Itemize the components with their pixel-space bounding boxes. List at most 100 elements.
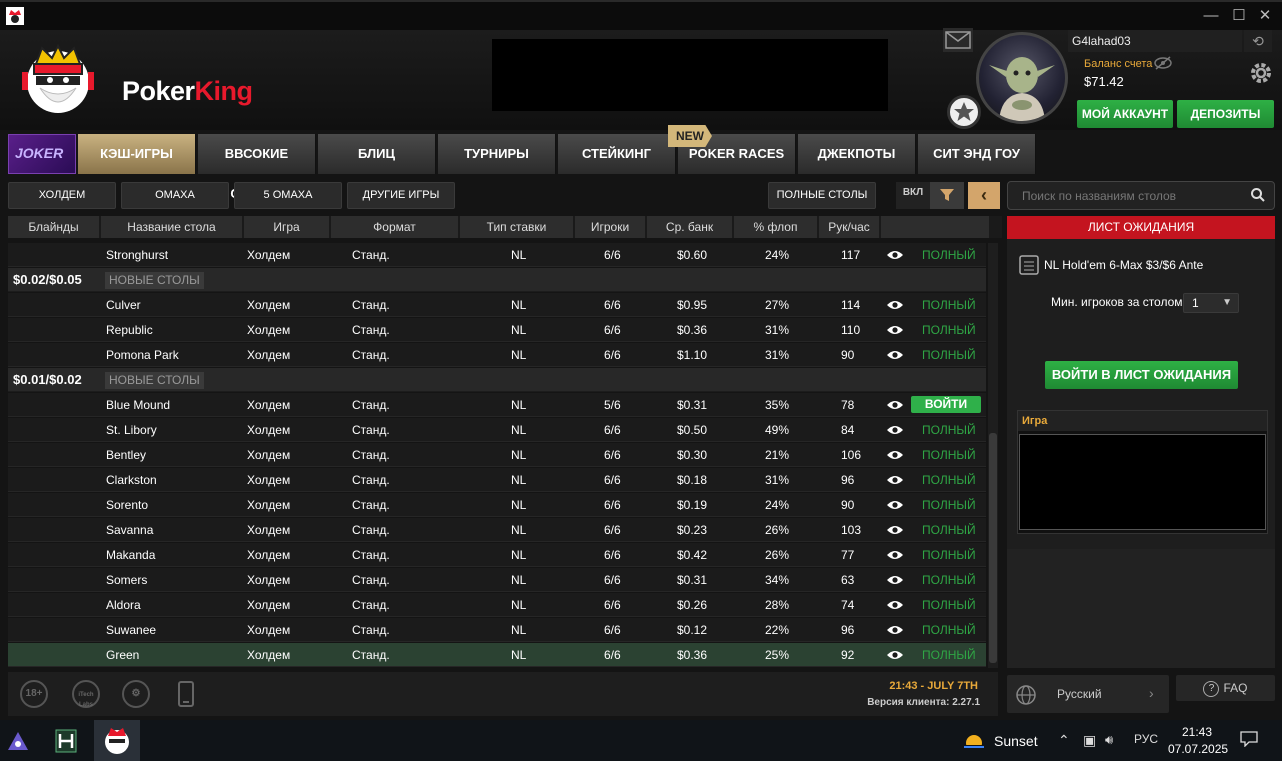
- observe-eye-icon[interactable]: [886, 574, 904, 586]
- table-row[interactable]: Green Холдем Станд. NL 6/6 $0.36 25% 92 ПОЛНЫЙ: [8, 643, 986, 667]
- table-row[interactable]: Savanna Холдем Станд. NL 6/6 $0.23 26% 103 ПОЛНЫ…: [8, 518, 986, 542]
- table-row[interactable]: St. Libory Холдем Станд. NL 6/6 $0.50 49% 84 ПОЛ…: [8, 418, 986, 442]
- search-input[interactable]: [1022, 187, 1242, 205]
- table-row[interactable]: Blue Mound Холдем Станд. NL 5/6 $0.31 35% 78 ВОЙ…: [8, 393, 986, 417]
- avatar[interactable]: [976, 32, 1068, 124]
- new-tables-tag[interactable]: НОВЫЕ СТОЛЫ: [105, 372, 204, 389]
- maximize-button[interactable]: ☐: [1228, 5, 1250, 27]
- table-row[interactable]: Culver Холдем Станд. NL 6/6 $0.95 27% 114 ПОЛНЫЙ: [8, 293, 986, 317]
- observe-eye-icon[interactable]: [886, 249, 904, 261]
- notification-icon[interactable]: [1240, 731, 1258, 747]
- wizard-app-icon[interactable]: [0, 724, 40, 758]
- col-avg-pot[interactable]: Ср. банк: [647, 216, 732, 238]
- deposits-button[interactable]: ДЕПОЗИТЫ: [1177, 100, 1274, 128]
- tray-app-icon[interactable]: ▣: [1083, 732, 1096, 749]
- observe-eye-icon[interactable]: [886, 624, 904, 636]
- tab-blitz[interactable]: БЛИЦ: [318, 134, 436, 174]
- volume-icon[interactable]: 🔊︎: [1105, 732, 1113, 748]
- tab-jackpots[interactable]: ДЖЕКПОТЫ: [798, 134, 916, 174]
- my-account-button[interactable]: МОЙ АККАУНТ: [1077, 100, 1173, 128]
- table-scrollbar[interactable]: [988, 243, 998, 668]
- join-waitlist-button[interactable]: ВОЙТИ В ЛИСТ ОЖИДАНИЯ: [1045, 361, 1238, 389]
- promo-banner[interactable]: [492, 39, 888, 111]
- full-tables-toggle[interactable]: ВКЛ: [896, 182, 930, 209]
- table-row[interactable]: Clarkston Холдем Станд. NL 6/6 $0.18 31% 96 ПОЛН…: [8, 468, 986, 492]
- observe-eye-icon[interactable]: [886, 649, 904, 661]
- search-icon[interactable]: [1250, 187, 1266, 203]
- table-row[interactable]: Makanda Холдем Станд. NL 6/6 $0.42 26% 77 ПОЛНЫЙ: [8, 543, 986, 567]
- scrollbar-thumb[interactable]: [989, 433, 997, 663]
- tab-sit-and-go[interactable]: СИТ ЭНД ГОУ: [918, 134, 1036, 174]
- weather-label[interactable]: Sunset: [994, 733, 1038, 749]
- mobile-phone-icon[interactable]: [178, 681, 194, 707]
- observe-eye-icon[interactable]: [886, 424, 904, 436]
- observe-eye-icon[interactable]: [886, 599, 904, 611]
- joker-tab[interactable]: JOKER: [8, 134, 76, 174]
- faq-button[interactable]: ? FAQ: [1176, 675, 1275, 701]
- filter-other-games-button[interactable]: ДРУГИЕ ИГРЫ: [347, 182, 455, 209]
- observe-eye-icon[interactable]: [886, 499, 904, 511]
- table-row[interactable]: Bentley Холдем Станд. NL 6/6 $0.30 21% 106 ПОЛНЫ…: [8, 443, 986, 467]
- close-button[interactable]: ✕: [1254, 5, 1276, 27]
- hud-app-icon[interactable]: [46, 724, 86, 758]
- observe-eye-icon[interactable]: [886, 524, 904, 536]
- table-name: Bentley: [106, 448, 147, 462]
- sunset-weather-icon[interactable]: [962, 729, 986, 753]
- table-format: Станд.: [352, 598, 390, 612]
- col-game[interactable]: Игра: [244, 216, 329, 238]
- filter-omaha-button[interactable]: ОМАХА: [121, 182, 229, 209]
- tab-cash-games[interactable]: КЭШ-ИГРЫ: [78, 134, 196, 174]
- table-row[interactable]: Pomona Park Холдем Станд. NL 6/6 $1.10 31% 90 ПО…: [8, 343, 986, 367]
- table-row[interactable]: Aldora Холдем Станд. NL 6/6 $0.26 28% 74 ПОЛНЫЙ: [8, 593, 986, 617]
- table-row[interactable]: Republic Холдем Станд. NL 6/6 $0.36 31% 110 ПОЛН…: [8, 318, 986, 342]
- pokerking-taskbar-icon[interactable]: [94, 720, 140, 761]
- observe-eye-icon[interactable]: [886, 474, 904, 486]
- observe-eye-icon[interactable]: [886, 349, 904, 361]
- blinds-group-header[interactable]: $0.01/$0.02 НОВЫЕ СТОЛЫ: [8, 368, 986, 392]
- avg-pot: $0.60: [677, 248, 708, 262]
- table-search[interactable]: [1007, 181, 1275, 210]
- join-table-button[interactable]: ВОЙТИ: [911, 396, 981, 413]
- star-badge-icon[interactable]: [947, 95, 981, 129]
- bet-type: NL: [511, 548, 527, 562]
- tab-tournaments[interactable]: ТУРНИРЫ: [438, 134, 556, 174]
- observe-eye-icon[interactable]: [886, 549, 904, 561]
- observe-eye-icon[interactable]: [886, 399, 904, 411]
- blinds-group-header[interactable]: $0.02/$0.05 НОВЫЕ СТОЛЫ: [8, 268, 986, 292]
- col-table-name[interactable]: Название стола: [101, 216, 242, 238]
- new-tables-tag[interactable]: НОВЫЕ СТОЛЫ: [105, 272, 204, 289]
- observe-eye-icon[interactable]: [886, 324, 904, 336]
- language-selector[interactable]: Русский ›: [1007, 675, 1169, 713]
- table-row[interactable]: Sorento Холдем Станд. NL 6/6 $0.19 24% 90 ПОЛНЫЙ: [8, 493, 986, 517]
- tab-staking[interactable]: СТЕЙКИНГ: [558, 134, 676, 174]
- col-blinds[interactable]: Блайнды: [8, 216, 99, 238]
- observe-eye-icon[interactable]: [886, 299, 904, 311]
- col-hands-per-hour[interactable]: Рук/час: [819, 216, 879, 238]
- mail-icon[interactable]: [943, 28, 973, 52]
- col-players[interactable]: Игроки: [575, 216, 645, 238]
- minimize-button[interactable]: —: [1200, 5, 1222, 27]
- table-header: Блайнды Название стола Игра Формат Тип с…: [8, 216, 1002, 238]
- waitlist-game-list[interactable]: [1019, 434, 1266, 530]
- col-format[interactable]: Формат: [331, 216, 458, 238]
- filter-holdem-button[interactable]: ХОЛДЕМ: [8, 182, 116, 209]
- collapse-chevron-icon[interactable]: ‹: [968, 182, 1000, 209]
- gear-icon[interactable]: [1248, 60, 1274, 86]
- tray-chevron-up-icon[interactable]: ⌃: [1058, 732, 1070, 749]
- input-language[interactable]: РУС: [1134, 732, 1158, 746]
- observe-eye-icon[interactable]: [886, 449, 904, 461]
- funnel-icon: [940, 189, 954, 201]
- filter-5omaha-button[interactable]: 5 ОМАХА: [234, 182, 342, 209]
- filter-funnel-button[interactable]: [930, 182, 964, 209]
- tab-high-stakes[interactable]: ВВСОКИЕ СТАВКИ: [198, 134, 316, 201]
- hide-balance-icon[interactable]: [1154, 56, 1172, 70]
- table-row[interactable]: Somers Холдем Станд. NL 6/6 $0.31 34% 63 ПОЛНЫЙ: [8, 568, 986, 592]
- table-row[interactable]: Stronghurst Холдем Станд. NL 6/6 $0.60 24% 117 П…: [8, 243, 986, 267]
- col-flop-percent[interactable]: % флоп: [734, 216, 817, 238]
- min-players-select[interactable]: 1 ▼: [1183, 293, 1239, 313]
- logout-icon[interactable]: ⟲: [1244, 30, 1272, 52]
- taskbar-clock[interactable]: 21:43 07.07.2025: [1168, 724, 1228, 758]
- col-bet-type[interactable]: Тип ставки: [460, 216, 573, 238]
- table-row[interactable]: Suwanee Холдем Станд. NL 6/6 $0.12 22% 96 ПОЛНЫЙ: [8, 618, 986, 642]
- full-tables-button[interactable]: ПОЛНЫЕ СТОЛЫ: [768, 182, 876, 209]
